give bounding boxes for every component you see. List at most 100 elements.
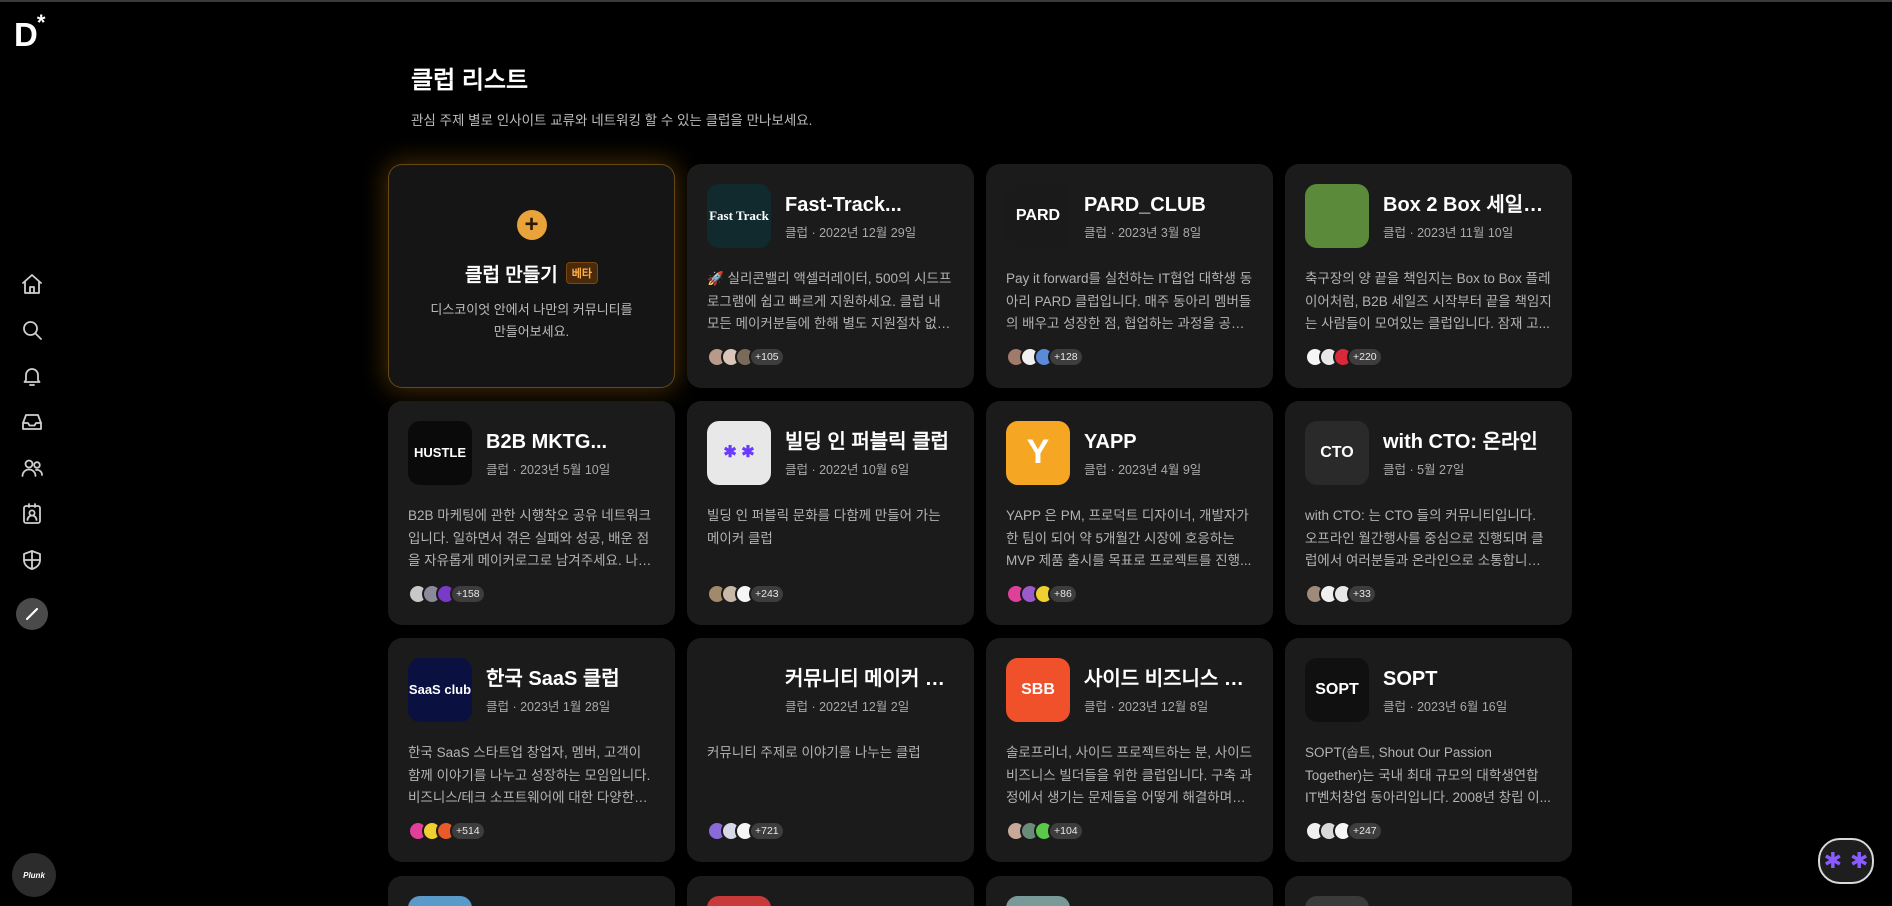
club-thumbnail: [408, 896, 472, 906]
member-avatars: +721: [707, 821, 785, 841]
page-title: 클럽 리스트: [411, 67, 529, 94]
member-count: +158: [450, 584, 486, 604]
member-count: +104: [1048, 821, 1084, 841]
club-thumbnail: SBB: [1006, 658, 1070, 722]
member-avatars: +128: [1006, 347, 1084, 367]
id-card-icon[interactable]: [18, 500, 46, 528]
user-avatar[interactable]: Plunk: [12, 853, 56, 897]
member-avatars: +514: [408, 821, 486, 841]
club-thumbnail: Fast Track: [707, 184, 771, 248]
club-card[interactable]: CTO with CTO: 온라인 클럽 · 5월 27일 with CTO: …: [1285, 401, 1572, 625]
club-meta: 클럽 · 2023년 1월 28일: [486, 699, 611, 714]
club-card[interactable]: 커뮤니티 메이커 클럽 클럽 · 2022년 12월 2일 커뮤니티 주제로 이…: [687, 638, 974, 862]
floating-chat-button[interactable]: ✱ ✱: [1818, 838, 1874, 884]
club-meta: 클럽 · 2023년 3월 8일: [1084, 225, 1202, 240]
club-thumbnail: [1305, 184, 1369, 248]
member-avatars: +104: [1006, 821, 1084, 841]
club-meta: 클럽 · 5월 27일: [1383, 462, 1465, 477]
club-name: Box 2 Box 세일즈...: [1383, 193, 1552, 216]
club-description: B2B 마케팅에 관한 시행착오 공유 네트워크입니다. 일하면서 겪은 실패와…: [408, 508, 651, 568]
people-icon[interactable]: [18, 454, 46, 482]
club-name: 빌딩 인 퍼블릭 클럽: [785, 430, 949, 453]
club-description: 솔로프리너, 사이드 프로젝트하는 분, 사이드 비즈니스 빌더들을 위한 클럽…: [1006, 745, 1253, 805]
club-name: 사이드 비즈니스 빌더: [1084, 667, 1253, 690]
member-avatars: +86: [1006, 584, 1078, 604]
club-thumbnail: ✱ ✱: [707, 421, 771, 485]
club-card[interactable]: HUSTLE B2B MKTG... 클럽 · 2023년 5월 10일 B2B…: [388, 401, 675, 625]
member-count: +721: [749, 821, 785, 841]
club-description: with CTO: 는 CTO 들의 커뮤니티입니다. 오프라인 월간행사를 중…: [1305, 508, 1544, 568]
partial-card-row: [388, 876, 1572, 906]
club-card[interactable]: SOPT SOPT 클럽 · 2023년 6월 16일 SOPT(솝트, Sho…: [1285, 638, 1572, 862]
club-card[interactable]: Box 2 Box 세일즈... 클럽 · 2023년 11월 10일 축구장의…: [1285, 164, 1572, 388]
member-avatars: +220: [1305, 347, 1383, 367]
create-club-title: 클럽 만들기: [465, 264, 558, 286]
member-avatars: +243: [707, 584, 785, 604]
club-description: SOPT(솝트, Shout Our Passion Together)는 국내…: [1305, 745, 1551, 805]
club-card[interactable]: PARD PARD_CLUB 클럽 · 2023년 3월 8일 Pay it f…: [986, 164, 1273, 388]
member-count: +105: [749, 347, 785, 367]
club-card[interactable]: [388, 876, 675, 906]
club-thumbnail: SOPT: [1305, 658, 1369, 722]
member-count: +86: [1048, 584, 1078, 604]
member-avatars: +158: [408, 584, 486, 604]
home-icon[interactable]: [18, 270, 46, 298]
club-name: 커뮤니티 메이커 클럽: [785, 667, 954, 690]
club-card[interactable]: [986, 876, 1273, 906]
club-thumbnail: [1305, 896, 1369, 906]
inbox-icon[interactable]: [18, 408, 46, 436]
club-card[interactable]: SBB 사이드 비즈니스 빌더 클럽 · 2023년 12월 8일 솔로프리너,…: [986, 638, 1273, 862]
pencil-icon: [25, 607, 39, 621]
member-avatars: +247: [1305, 821, 1383, 841]
club-thumbnail: [1006, 896, 1070, 906]
club-thumbnail: HUSTLE: [408, 421, 472, 485]
app-logo[interactable]: D*: [14, 12, 45, 52]
club-card[interactable]: SaaS club 한국 SaaS 클럽 클럽 · 2023년 1월 28일 한…: [388, 638, 675, 862]
club-card[interactable]: Y YAPP 클럽 · 2023년 4월 9일 YAPP 은 PM, 프로덕트 …: [986, 401, 1273, 625]
club-thumbnail: [707, 658, 771, 722]
club-name: YAPP: [1084, 430, 1137, 453]
club-meta: 클럽 · 2023년 12월 8일: [1084, 699, 1209, 714]
club-description: 빌딩 인 퍼블릭 문화를 다함께 만들어 가는 메이커 클럽: [707, 508, 941, 546]
page-subtitle: 관심 주제 별로 인사이트 교류와 네트워킹 할 수 있는 클럽을 만나보세요.: [411, 113, 813, 128]
bell-icon[interactable]: [18, 362, 46, 390]
club-card[interactable]: [687, 876, 974, 906]
plus-icon: +: [516, 209, 547, 240]
club-card[interactable]: [1285, 876, 1572, 906]
club-thumbnail: CTO: [1305, 421, 1369, 485]
member-avatars: +33: [1305, 584, 1377, 604]
member-avatars: +105: [707, 347, 785, 367]
club-name: with CTO: 온라인: [1383, 430, 1538, 453]
search-icon[interactable]: [18, 316, 46, 344]
club-grid: + 클럽 만들기 베타 디스코이엇 안에서 나만의 커뮤니티를 만들어보세요. …: [388, 164, 1572, 862]
club-meta: 클럽 · 2023년 6월 16일: [1383, 699, 1508, 714]
club-thumbnail: SaaS club: [408, 658, 472, 722]
beta-badge: 베타: [565, 262, 598, 284]
club-name: 한국 SaaS 클럽: [486, 667, 620, 690]
club-name: B2B MKTG...: [486, 430, 608, 453]
club-description: Pay it forward를 실천하는 IT협업 대학생 동아리 PARD 클…: [1006, 271, 1253, 331]
club-name: PARD_CLUB: [1084, 193, 1206, 216]
create-club-card[interactable]: + 클럽 만들기 베타 디스코이엇 안에서 나만의 커뮤니티를 만들어보세요.: [388, 164, 675, 388]
club-card[interactable]: Fast Track Fast-Track... 클럽 · 2022년 12월 …: [687, 164, 974, 388]
club-meta: 클럽 · 2023년 5월 10일: [486, 462, 611, 477]
club-description: YAPP 은 PM, 프로덕트 디자이너, 개발자가 한 팀이 되어 약 5개월…: [1006, 508, 1252, 568]
club-description: 축구장의 양 끝을 책임지는 Box to Box 플레이어처럼, B2B 세일…: [1305, 271, 1552, 331]
club-meta: 클럽 · 2022년 12월 2일: [785, 699, 910, 714]
create-club-desc: 디스코이엇 안에서 나만의 커뮤니티를 만들어보세요.: [430, 301, 633, 339]
member-count: +220: [1347, 347, 1383, 367]
shield-icon[interactable]: [18, 546, 46, 574]
club-name: Fast-Track...: [785, 193, 902, 216]
club-meta: 클럽 · 2022년 12월 29일: [785, 225, 917, 240]
club-description: 한국 SaaS 스타트업 창업자, 멤버, 고객이 함께 이야기를 나누고 성장…: [408, 745, 651, 805]
member-count: +514: [450, 821, 486, 841]
member-count: +33: [1347, 584, 1377, 604]
member-count: +247: [1347, 821, 1383, 841]
write-button[interactable]: [16, 598, 48, 630]
club-description: 🚀 실리콘밸리 액셀러레이터, 500의 시드프로그램에 쉽고 빠르게 지원하세…: [707, 271, 952, 331]
club-card[interactable]: ✱ ✱ 빌딩 인 퍼블릭 클럽 클럽 · 2022년 10월 6일 빌딩 인 퍼…: [687, 401, 974, 625]
member-count: +243: [749, 584, 785, 604]
sidebar: D* Plunk: [0, 0, 64, 906]
club-meta: 클럽 · 2023년 11월 10일: [1383, 225, 1514, 240]
club-name: SOPT: [1383, 667, 1438, 690]
